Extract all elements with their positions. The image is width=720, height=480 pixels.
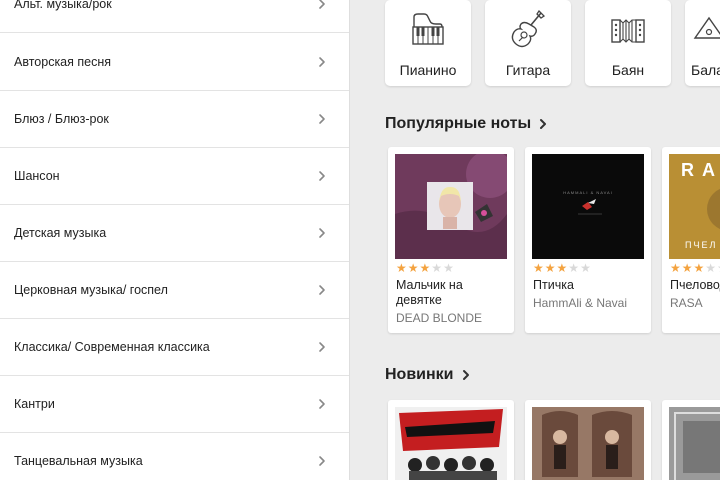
instrument-label: Балалайка bbox=[691, 62, 720, 78]
category-author-song[interactable]: Авторская песня bbox=[0, 34, 349, 91]
chevron-right-icon bbox=[462, 370, 469, 380]
chevron-right-icon bbox=[319, 171, 325, 181]
star-empty-icon: ★ bbox=[568, 261, 581, 275]
star-filled-icon: ★ bbox=[544, 261, 557, 275]
song-title: Мальчик на девятке bbox=[396, 278, 463, 307]
category-label: Блюз / Блюз-рок bbox=[14, 112, 109, 126]
category-label: Авторская песня bbox=[14, 55, 112, 69]
category-label: Альт. музыка/рок bbox=[14, 0, 112, 11]
category-kids[interactable]: Детская музыка bbox=[0, 205, 349, 262]
song-artist: RASA bbox=[670, 296, 703, 310]
star-empty-icon: ★ bbox=[580, 261, 592, 275]
album-cover: HAMMALI & NAVAI bbox=[532, 154, 644, 259]
album-cover bbox=[395, 154, 507, 259]
cover-art bbox=[395, 154, 507, 259]
category-label: Кантри bbox=[14, 397, 55, 411]
chevron-right-icon bbox=[319, 456, 325, 466]
category-label: Танцевальная музыка bbox=[14, 454, 143, 468]
new-song-card[interactable] bbox=[388, 400, 514, 480]
new-song-card[interactable] bbox=[525, 400, 651, 480]
rating-stars: ★★★★★ bbox=[396, 261, 455, 275]
category-label: Детская музыка bbox=[14, 226, 107, 240]
chevron-right-icon bbox=[540, 119, 547, 129]
chevron-right-icon bbox=[319, 342, 325, 352]
instrument-card-balalaika[interactable]: Балалайка bbox=[685, 0, 720, 86]
star-filled-icon: ★ bbox=[670, 261, 682, 275]
song-artist: DEAD BLONDE bbox=[396, 311, 483, 325]
chevron-right-icon bbox=[319, 114, 325, 124]
song-card[interactable]: ★★★★★ Мальчик на девятке DEAD BLONDE bbox=[388, 147, 514, 333]
category-alt-rock[interactable]: Альт. музыка/рок bbox=[0, 0, 349, 33]
star-filled-icon: ★ bbox=[556, 261, 569, 275]
cover-text: HAMMALI & NAVAI bbox=[563, 190, 613, 195]
album-cover: RA ПЧЕЛ bbox=[669, 154, 720, 259]
section-title-text: Новинки bbox=[385, 366, 454, 383]
instrument-label: Пианино bbox=[399, 62, 457, 78]
chevron-right-icon bbox=[319, 399, 325, 409]
category-label: Классика/ Современная классика bbox=[14, 340, 210, 354]
song-card[interactable]: HAMMALI & NAVAI ★★★★★ Птичка HammAli & N… bbox=[525, 147, 651, 333]
star-filled-icon: ★ bbox=[407, 261, 420, 275]
star-empty-icon: ★ bbox=[705, 261, 718, 275]
main-content: Пианино Гитара Баян Балалайка Популярны bbox=[350, 0, 720, 480]
new-section-title[interactable]: Новинки bbox=[385, 366, 472, 384]
rating-stars: ★★★★★ bbox=[533, 261, 592, 275]
chevron-right-icon bbox=[319, 57, 325, 67]
category-chanson[interactable]: Шансон bbox=[0, 148, 349, 205]
category-country[interactable]: Кантри bbox=[0, 376, 349, 433]
album-cover bbox=[395, 407, 507, 480]
star-filled-icon: ★ bbox=[693, 261, 706, 275]
star-filled-icon: ★ bbox=[419, 261, 432, 275]
star-filled-icon: ★ bbox=[681, 261, 694, 275]
instrument-card-guitar[interactable]: Гитара bbox=[485, 0, 571, 86]
song-artist: HammAli & Navai bbox=[533, 296, 628, 310]
chevron-right-icon bbox=[319, 0, 325, 9]
chevron-right-icon bbox=[319, 228, 325, 238]
song-title: Пчеловод bbox=[670, 278, 720, 292]
album-cover bbox=[669, 407, 720, 480]
star-empty-icon: ★ bbox=[443, 261, 455, 275]
category-label: Церковная музыка/ госпел bbox=[14, 283, 168, 297]
category-blues[interactable]: Блюз / Блюз-рок bbox=[0, 91, 349, 148]
instrument-card-piano[interactable]: Пианино bbox=[385, 0, 471, 86]
song-card[interactable]: RA ПЧЕЛ ★★★★★ Пчеловод RASA bbox=[662, 147, 720, 333]
section-title-text: Популярные ноты bbox=[385, 115, 532, 132]
instrument-card-accordion[interactable]: Баян bbox=[585, 0, 671, 86]
piano-icon bbox=[412, 13, 444, 45]
star-empty-icon: ★ bbox=[431, 261, 444, 275]
category-label: Шансон bbox=[14, 169, 60, 183]
new-song-card[interactable] bbox=[662, 400, 720, 480]
category-classical[interactable]: Классика/ Современная классика bbox=[0, 319, 349, 376]
guitar-icon bbox=[511, 10, 546, 48]
popular-section-title[interactable]: Популярные ноты bbox=[385, 115, 549, 133]
category-dance[interactable]: Танцевальная музыка bbox=[0, 433, 349, 480]
cover-subtext: ПЧЕЛ bbox=[685, 240, 718, 250]
genre-sidebar: Альт. музыка/рок Авторская песня Блюз / … bbox=[0, 0, 350, 480]
instrument-label: Гитара bbox=[505, 62, 551, 78]
song-title: Птичка bbox=[533, 278, 574, 292]
balalaika-icon bbox=[693, 16, 720, 39]
category-church-gospel[interactable]: Церковная музыка/ госпел bbox=[0, 262, 349, 319]
instrument-label: Баян bbox=[611, 62, 645, 78]
rating-stars: ★★★★★ bbox=[670, 261, 720, 275]
cover-text: RA bbox=[681, 160, 720, 180]
accordion-icon bbox=[611, 19, 645, 43]
star-filled-icon: ★ bbox=[533, 261, 545, 275]
album-cover bbox=[532, 407, 644, 480]
chevron-right-icon bbox=[319, 285, 325, 295]
star-filled-icon: ★ bbox=[396, 261, 408, 275]
cover-art bbox=[532, 154, 644, 259]
